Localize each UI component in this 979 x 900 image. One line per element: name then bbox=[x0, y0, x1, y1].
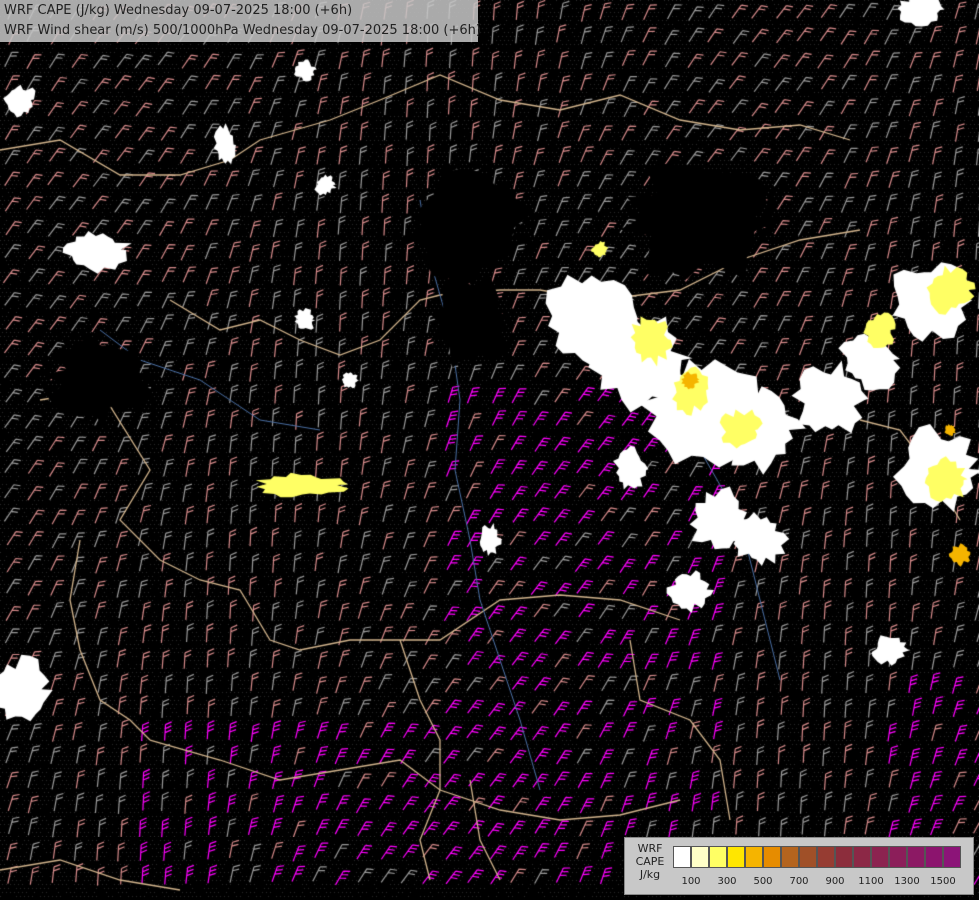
legend-swatch bbox=[943, 846, 961, 868]
legend-swatch bbox=[727, 846, 745, 868]
legend-swatch bbox=[709, 846, 727, 868]
legend-color-scale bbox=[673, 846, 961, 868]
legend-title-unit: J/kg bbox=[639, 868, 661, 881]
legend-swatch bbox=[745, 846, 763, 868]
legend-tick: 1100 bbox=[858, 876, 884, 887]
legend-swatch bbox=[817, 846, 835, 868]
legend-title: WRF CAPE J/kg bbox=[632, 842, 668, 881]
legend-swatch bbox=[835, 846, 853, 868]
legend-swatch bbox=[763, 846, 781, 868]
legend-tick: 900 bbox=[825, 876, 845, 887]
legend-tick: 1500 bbox=[930, 876, 956, 887]
legend-title-model: WRF bbox=[637, 842, 663, 855]
legend-swatch bbox=[853, 846, 871, 868]
legend-swatch bbox=[781, 846, 799, 868]
legend-swatch bbox=[889, 846, 907, 868]
legend-tick-labels: 100 300 500 700 900 1100 1300 1500 bbox=[673, 876, 973, 890]
legend-tick: 100 bbox=[681, 876, 701, 887]
cape-shear-map[interactable] bbox=[0, 0, 979, 900]
cape-legend: WRF CAPE J/kg 100 300 500 700 900 1100 1300 150… bbox=[624, 837, 974, 895]
legend-swatch bbox=[673, 846, 691, 868]
legend-swatch bbox=[691, 846, 709, 868]
legend-tick: 700 bbox=[789, 876, 809, 887]
map-title-box: WRF CAPE (J/kg) Wednesday 09-07-2025 18:… bbox=[0, 0, 481, 42]
legend-tick: 300 bbox=[717, 876, 737, 887]
legend-swatch bbox=[907, 846, 925, 868]
title-wind-shear: WRF Wind shear (m/s) 500/1000hPa Wednesd… bbox=[4, 23, 481, 38]
legend-swatch bbox=[925, 846, 943, 868]
legend-swatch bbox=[799, 846, 817, 868]
legend-tick: 1300 bbox=[894, 876, 920, 887]
legend-swatch bbox=[871, 846, 889, 868]
legend-tick: 500 bbox=[753, 876, 773, 887]
legend-title-variable: CAPE bbox=[635, 855, 665, 868]
title-cape: WRF CAPE (J/kg) Wednesday 09-07-2025 18:… bbox=[4, 3, 353, 18]
